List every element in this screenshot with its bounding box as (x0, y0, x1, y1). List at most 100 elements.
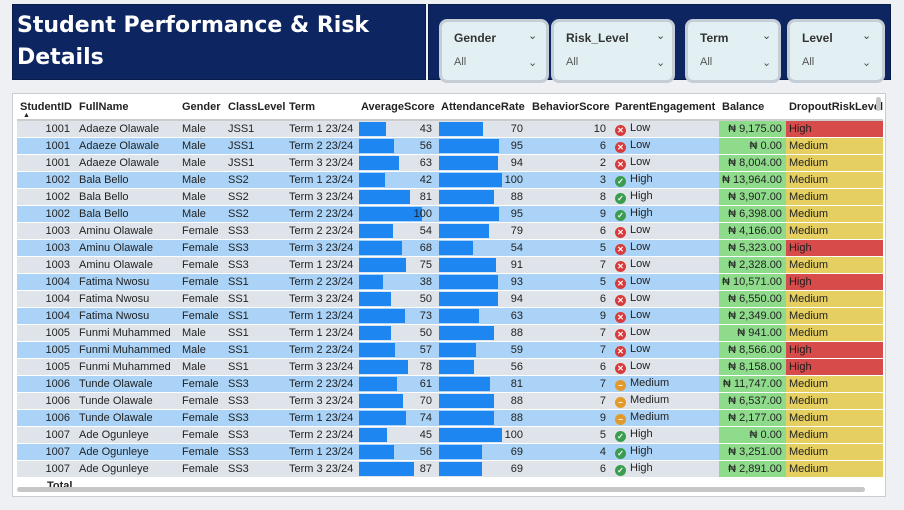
column-header[interactable]: Term (286, 94, 358, 121)
parent-engagement-cell: ✕ Low (612, 120, 719, 138)
class-level-cell: SS1 (225, 358, 286, 376)
table-row[interactable]: 1006 Tunde Olawale Female SS3 Term 2 23/24 61… (17, 375, 884, 393)
x-circle-icon: ✕ (615, 125, 626, 136)
table-row[interactable]: 1002 Bala Bello Male SS2 Term 1 23/24 42 100 3 ✓… (17, 171, 884, 189)
full-name-cell: Funmi Muhammed (76, 358, 179, 376)
data-bar-value: 95 (510, 208, 523, 220)
column-header[interactable]: Balance (719, 94, 786, 121)
chevron-down-icon[interactable]: ⌄ (528, 29, 542, 42)
column-header[interactable]: StudentID ▲ (17, 94, 76, 121)
chevron-down-icon[interactable]: ⌄ (528, 56, 537, 69)
class-level-cell: SS1 (225, 307, 286, 325)
student-id-cell: 1006 (17, 392, 76, 410)
table-row[interactable]: 1005 Funmi Muhammed Male SS1 Term 3 23/24 78 5… (17, 358, 884, 376)
slicer-level[interactable]: Level ⌄ All ⌄ (787, 19, 885, 83)
column-header[interactable]: BehaviorScore (529, 94, 612, 121)
table-row[interactable]: 1004 Fatima Nwosu Female SS1 Term 3 23/24 50 9… (17, 290, 884, 308)
table-row[interactable]: 1002 Bala Bello Male SS2 Term 2 23/24 100 95 9 ✓… (17, 205, 884, 223)
data-bar-value: 63 (419, 157, 432, 169)
slicer-title: Risk_Level (566, 31, 629, 45)
parent-engagement-cell: ✕ Low (612, 137, 719, 155)
class-level-cell: SS1 (225, 324, 286, 342)
attendance-rate-cell: 88 (438, 188, 529, 206)
parent-engagement-label: Low (630, 360, 651, 372)
table-row[interactable]: 1007 Ade Ogunleye Female SS3 Term 1 23/24 56 6… (17, 443, 884, 461)
table-row[interactable]: 1003 Aminu Olawale Female SS3 Term 2 23/24 54… (17, 222, 884, 240)
parent-engagement-label: Low (630, 241, 651, 253)
table-row[interactable]: 1003 Aminu Olawale Female SS3 Term 3 23/24 68… (17, 239, 884, 257)
data-bar-value: 42 (419, 174, 432, 186)
slicer-risk-level[interactable]: Risk_Level ⌄ All ⌄ (551, 19, 675, 83)
chevron-down-icon[interactable]: ⌄ (762, 29, 776, 42)
table-row[interactable]: 1001 Adaeze Olawale Male JSS1 Term 2 23/24 56… (17, 137, 884, 155)
parent-engagement-label: Medium (630, 377, 670, 389)
chevron-down-icon[interactable]: ⌄ (656, 56, 665, 69)
behavior-score-cell: 6 (529, 222, 612, 240)
attendance-rate-cell: 59 (438, 341, 529, 359)
full-name-cell: Bala Bello (76, 171, 179, 189)
attendance-rate-cell: 69 (438, 443, 529, 461)
data-bar-value: 100 (504, 429, 523, 441)
data-bar (439, 309, 479, 323)
gender-cell: Female (179, 392, 225, 410)
table-row[interactable]: 1005 Funmi Muhammed Male SS1 Term 1 23/24 50 8… (17, 324, 884, 342)
sort-ascending-icon[interactable]: ▲ (23, 112, 30, 118)
column-header[interactable]: AverageScore (358, 94, 438, 121)
vertical-scrollbar[interactable] (876, 97, 881, 111)
column-header[interactable]: ParentEngagement (612, 94, 719, 121)
gender-cell: Male (179, 120, 225, 138)
full-name-cell: Fatima Nwosu (76, 273, 179, 291)
horizontal-scrollbar[interactable] (17, 487, 865, 492)
column-header[interactable]: ClassLevel (225, 94, 286, 121)
minus-circle-icon: − (615, 414, 626, 425)
table-row[interactable]: 1007 Ade Ogunleye Female SS3 Term 2 23/24 45 1… (17, 426, 884, 444)
table-row[interactable]: 1003 Aminu Olawale Female SS3 Term 1 23/24 75… (17, 256, 884, 274)
parent-engagement-cell: ✓ High (612, 171, 719, 189)
chevron-down-icon[interactable]: ⌄ (656, 29, 670, 42)
class-level-cell: JSS1 (225, 137, 286, 155)
column-header[interactable]: Gender (179, 94, 225, 121)
column-header[interactable]: DropoutRiskLevel (785, 94, 884, 121)
balance-cell: ₦ 3,251.00 (719, 443, 786, 461)
chevron-down-icon[interactable]: ⌄ (862, 56, 871, 69)
average-score-cell: 42 (358, 171, 438, 189)
class-level-cell: SS2 (225, 188, 286, 206)
column-header[interactable]: AttendanceRate (438, 94, 529, 121)
attendance-rate-cell: 79 (438, 222, 529, 240)
slicer-value[interactable]: All (566, 56, 578, 68)
full-name-cell: Fatima Nwosu (76, 307, 179, 325)
slicer-value[interactable]: All (454, 56, 466, 68)
chevron-down-icon[interactable]: ⌄ (862, 29, 876, 42)
student-id-cell: 1007 (17, 460, 76, 478)
table-row[interactable]: 1002 Bala Bello Male SS2 Term 3 23/24 81 88 8 ✓ H… (17, 188, 884, 206)
table-row[interactable]: 1004 Fatima Nwosu Female SS1 Term 2 23/24 38 9… (17, 273, 884, 291)
student-id-cell: 1007 (17, 426, 76, 444)
table-row[interactable]: 1004 Fatima Nwosu Female SS1 Term 1 23/24 73 6… (17, 307, 884, 325)
slicer-term[interactable]: Term ⌄ All ⌄ (685, 19, 781, 83)
student-id-cell: 1001 (17, 137, 76, 155)
slicer-value[interactable]: All (700, 56, 712, 68)
data-bar-value: 54 (419, 225, 432, 237)
table-row[interactable]: 1006 Tunde Olawale Female SS3 Term 3 23/24 70… (17, 392, 884, 410)
table-row[interactable]: 1006 Tunde Olawale Female SS3 Term 1 23/24 74… (17, 409, 884, 427)
table-row[interactable]: 1005 Funmi Muhammed Male SS1 Term 2 23/24 57 5… (17, 341, 884, 359)
chevron-down-icon[interactable]: ⌄ (762, 56, 771, 69)
table-row[interactable]: 1001 Adaeze Olawale Male JSS1 Term 1 23/24 43… (17, 120, 884, 138)
slicer-value[interactable]: All (802, 56, 814, 68)
data-bar (439, 377, 490, 391)
parent-engagement-label: Low (630, 326, 651, 338)
parent-engagement-label: High (630, 190, 653, 202)
behavior-score-cell: 2 (529, 154, 612, 172)
attendance-rate-cell: 88 (438, 324, 529, 342)
table-row[interactable]: 1007 Ade Ogunleye Female SS3 Term 3 23/24 87 6… (17, 460, 884, 478)
table-body: 1001 Adaeze Olawale Male JSS1 Term 1 23/24 43… (17, 120, 884, 478)
term-cell: Term 2 23/24 (286, 341, 358, 359)
column-header[interactable]: FullName (76, 94, 179, 121)
parent-engagement-label: Low (630, 156, 651, 168)
x-circle-icon: ✕ (615, 346, 626, 357)
data-bar-value: 54 (510, 242, 523, 254)
student-table-visual: StudentID ▲ FullName Gender ClassLevel Te… (12, 93, 886, 497)
slicer-gender[interactable]: Gender ⌄ All ⌄ (439, 19, 549, 83)
student-id-cell: 1007 (17, 443, 76, 461)
table-row[interactable]: 1001 Adaeze Olawale Male JSS1 Term 3 23/24 63… (17, 154, 884, 172)
